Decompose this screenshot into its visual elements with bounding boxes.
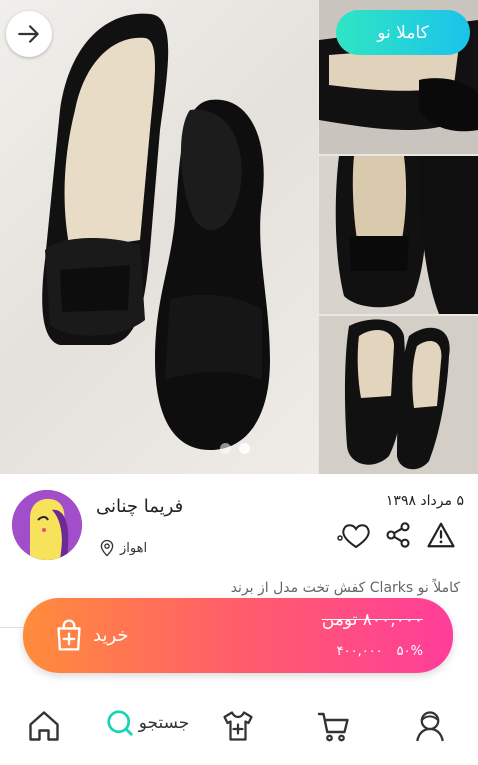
- nav-search-label: جستجو: [138, 713, 190, 733]
- buy-button[interactable]: خرید: [53, 618, 129, 652]
- share-button[interactable]: [384, 521, 412, 553]
- photo-gallery[interactable]: کاملا نو: [0, 0, 478, 474]
- home-icon: [29, 711, 59, 741]
- nav-search[interactable]: جستجو: [92, 708, 202, 738]
- condition-badge-label: کاملا نو: [377, 22, 429, 43]
- add-clothing-icon: [223, 711, 253, 741]
- nav-home[interactable]: [26, 708, 62, 744]
- discounted-price: ۴۰۰,۰۰۰: [336, 644, 383, 659]
- thumbnail-photo-3[interactable]: [319, 316, 478, 474]
- warning-icon: [427, 522, 455, 548]
- seller-name[interactable]: فریما چنانی: [96, 496, 183, 517]
- city-label: اهواز: [120, 540, 148, 556]
- shoe-illustration: [42, 13, 270, 450]
- discounted-price-row: ۵۰% ۴۰۰,۰۰۰: [337, 644, 423, 659]
- post-actions: [336, 520, 456, 554]
- search-icon: [107, 710, 133, 736]
- thumbnail-photo-2[interactable]: [319, 156, 478, 314]
- buy-bar[interactable]: خرید ۸۰۰,۰۰۰ تومن ۵۰% ۴۰۰,۰۰۰: [23, 598, 453, 673]
- back-button[interactable]: [6, 11, 52, 57]
- cart-icon: [317, 712, 349, 742]
- divider: [0, 627, 23, 628]
- discount-percent: ۵۰%: [396, 644, 423, 659]
- seller-location: اهواز: [98, 538, 147, 558]
- nav-profile[interactable]: [412, 708, 448, 744]
- location-pin-icon: [100, 539, 114, 557]
- report-button[interactable]: [426, 521, 456, 553]
- avatar-illustration: [12, 490, 82, 560]
- profile-icon: [416, 711, 444, 742]
- condition-badge: کاملا نو: [336, 10, 470, 55]
- shoe-thumb-3: [319, 316, 478, 474]
- favorite-button[interactable]: [336, 520, 370, 554]
- main-product-photo[interactable]: [0, 0, 318, 474]
- bottom-nav: جستجو: [0, 690, 478, 765]
- shopping-bag-plus-icon: [57, 619, 81, 651]
- heart-icon: [337, 524, 370, 549]
- original-price: ۸۰۰,۰۰۰ تومن: [321, 610, 423, 630]
- seller-avatar[interactable]: [12, 490, 82, 560]
- share-icon: [386, 522, 410, 548]
- nav-add-ad[interactable]: [220, 708, 256, 744]
- nav-cart[interactable]: [316, 708, 352, 744]
- buy-label: خرید: [93, 624, 129, 646]
- pagination-dot[interactable]: [220, 443, 231, 454]
- post-date: ۵ مرداد ۱۳۹۸: [385, 493, 464, 509]
- shoe-thumb-2: [319, 156, 478, 314]
- pagination-dot-active[interactable]: [239, 443, 250, 454]
- arrow-right-icon: [18, 25, 39, 43]
- gallery-pagination: [220, 443, 250, 454]
- post-description: کاملاً نو Clarks کفش تخت مدل از برند: [230, 580, 460, 596]
